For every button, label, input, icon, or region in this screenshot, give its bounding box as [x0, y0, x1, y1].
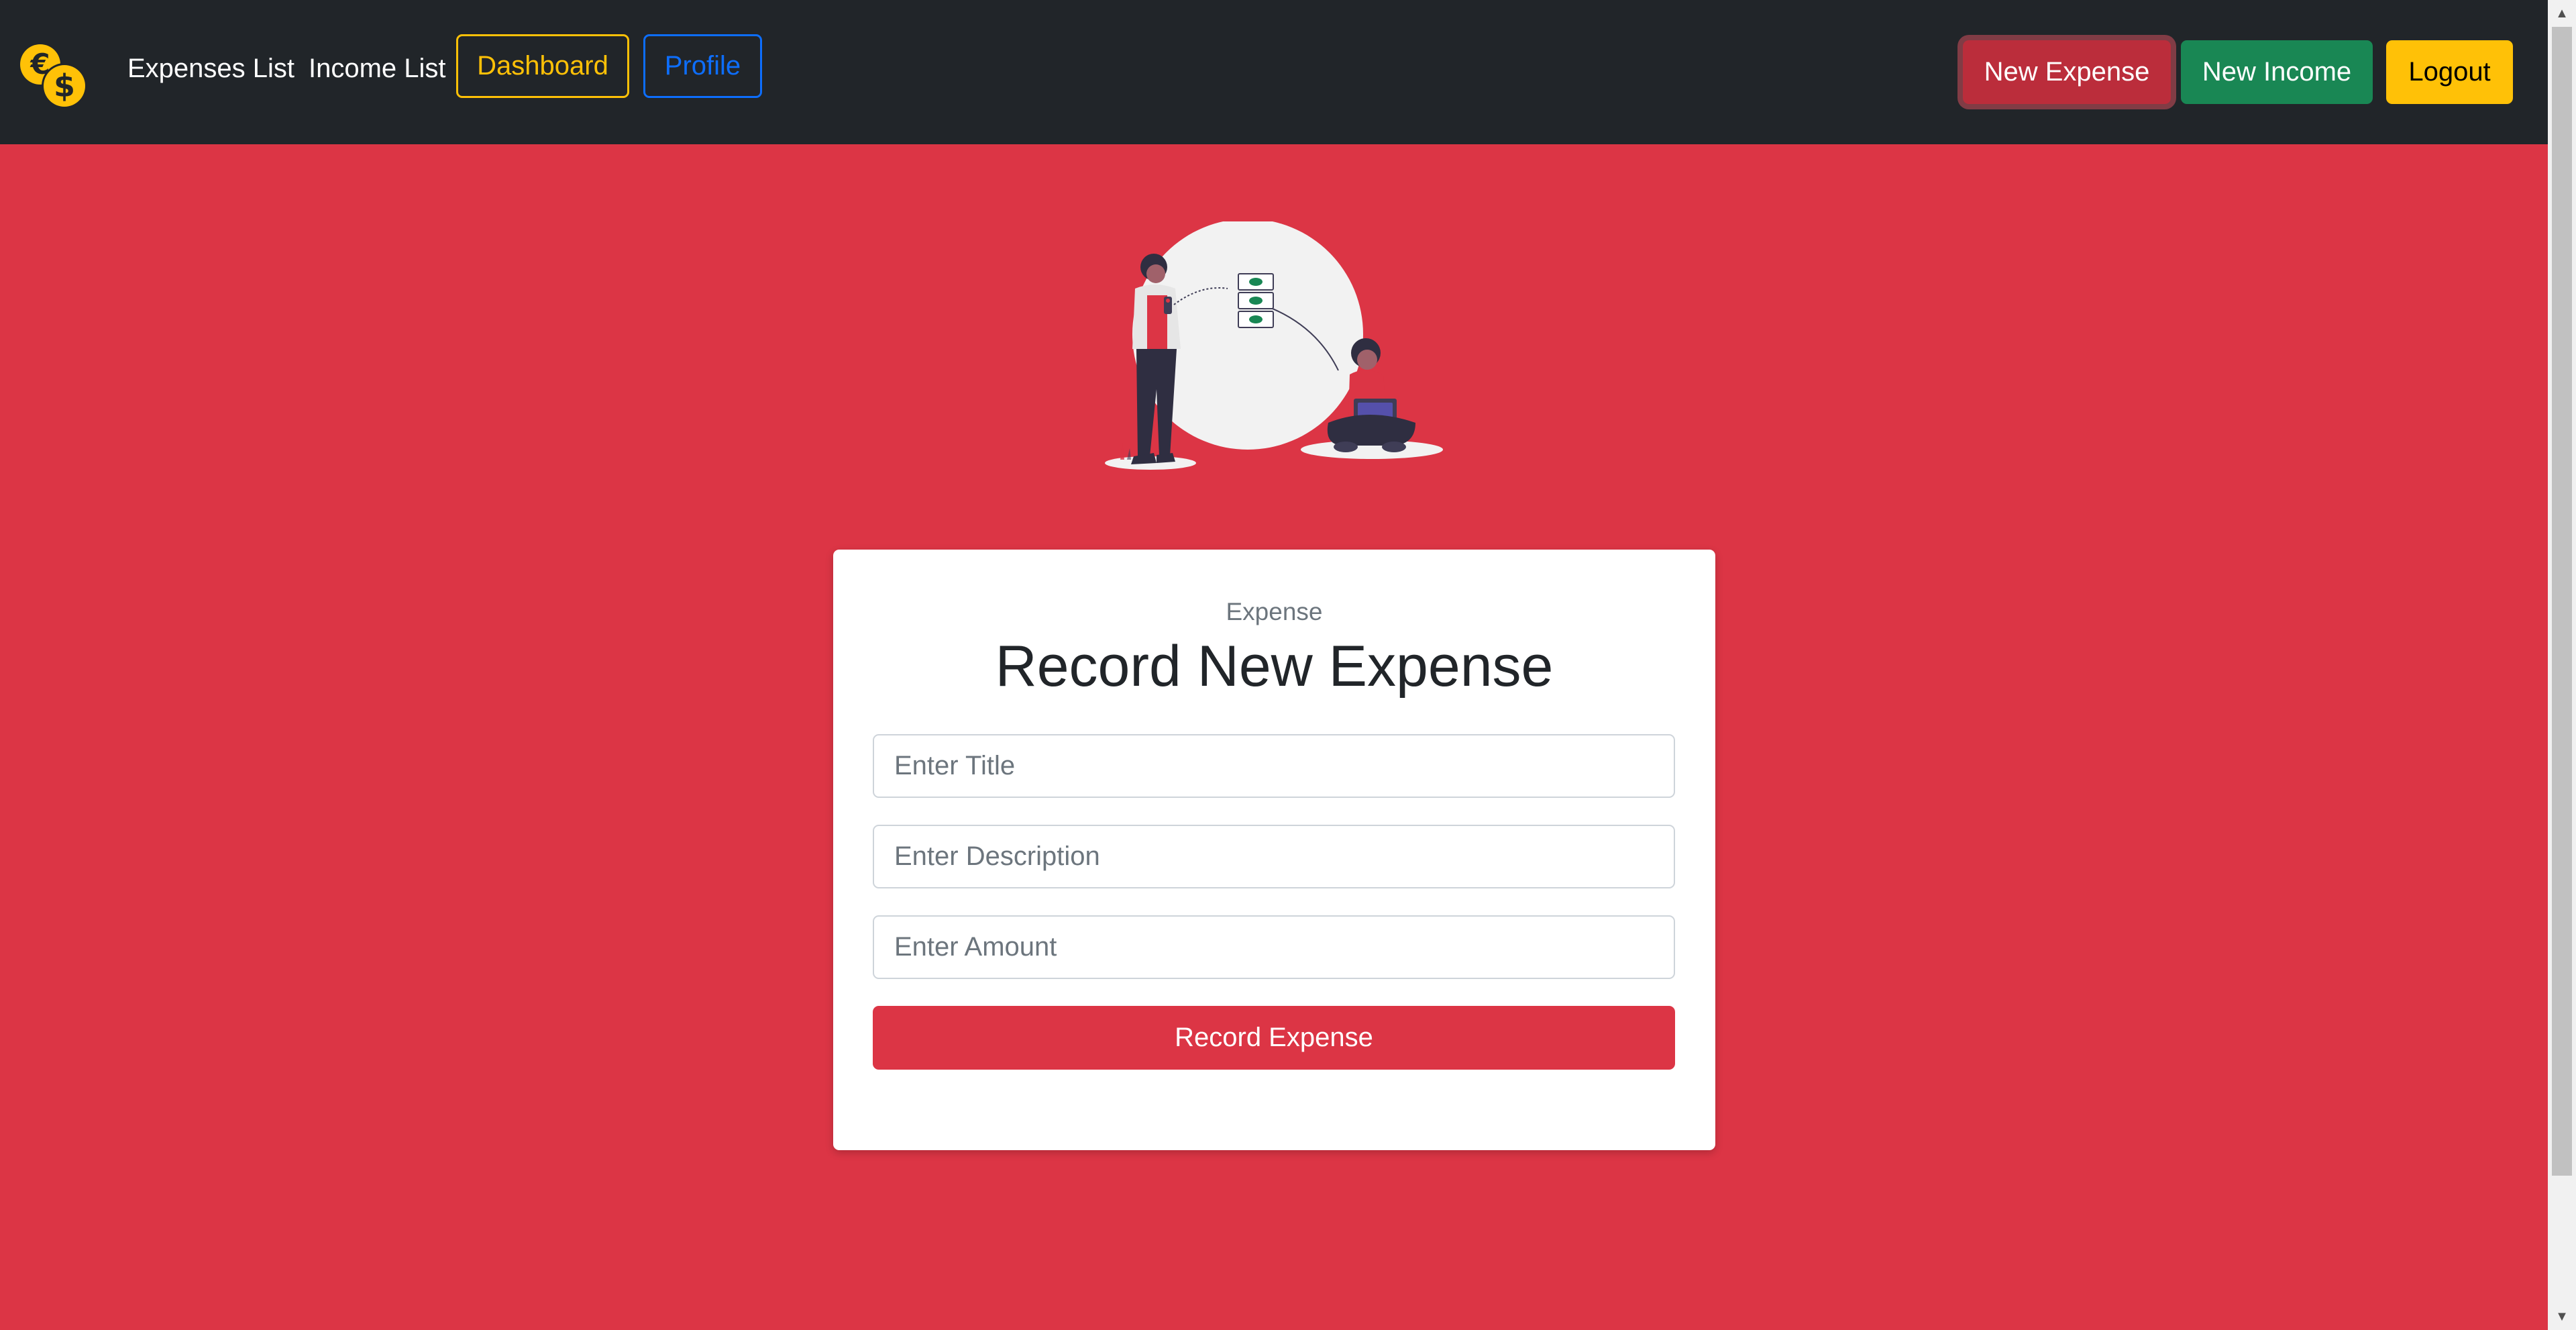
page-title: Record New Expense	[995, 634, 1554, 699]
top-navbar: € $ Expenses List Income List Dashboard …	[0, 0, 2548, 144]
record-expense-button[interactable]: Record Expense	[873, 1006, 1675, 1070]
scroll-up-arrow-icon[interactable]: ▲	[2548, 0, 2576, 27]
title-input[interactable]	[873, 734, 1675, 798]
scroll-thumb[interactable]	[2552, 27, 2572, 1176]
income-list-link[interactable]: Income List	[309, 48, 446, 89]
new-income-button[interactable]: New Income	[2181, 40, 2373, 104]
record-expense-card: Expense Record New Expense Record Expens…	[833, 550, 1715, 1150]
svg-text:$: $	[54, 68, 75, 104]
logout-button[interactable]: Logout	[2386, 40, 2513, 104]
vertical-scrollbar[interactable]: ▲ ▼	[2548, 0, 2576, 1330]
money-exchange-illustration	[1105, 221, 1443, 470]
new-expense-button[interactable]: New Expense	[1963, 40, 2171, 104]
card-kicker: Expense	[1226, 598, 1323, 625]
coins-logo-icon[interactable]: € $	[17, 40, 90, 113]
profile-button[interactable]: Profile	[643, 34, 762, 98]
amount-input[interactable]	[873, 915, 1675, 979]
expenses-list-link[interactable]: Expenses List	[127, 48, 294, 89]
dashboard-button[interactable]: Dashboard	[456, 34, 629, 98]
description-input[interactable]	[873, 825, 1675, 888]
scroll-down-arrow-icon[interactable]: ▼	[2548, 1303, 2576, 1330]
